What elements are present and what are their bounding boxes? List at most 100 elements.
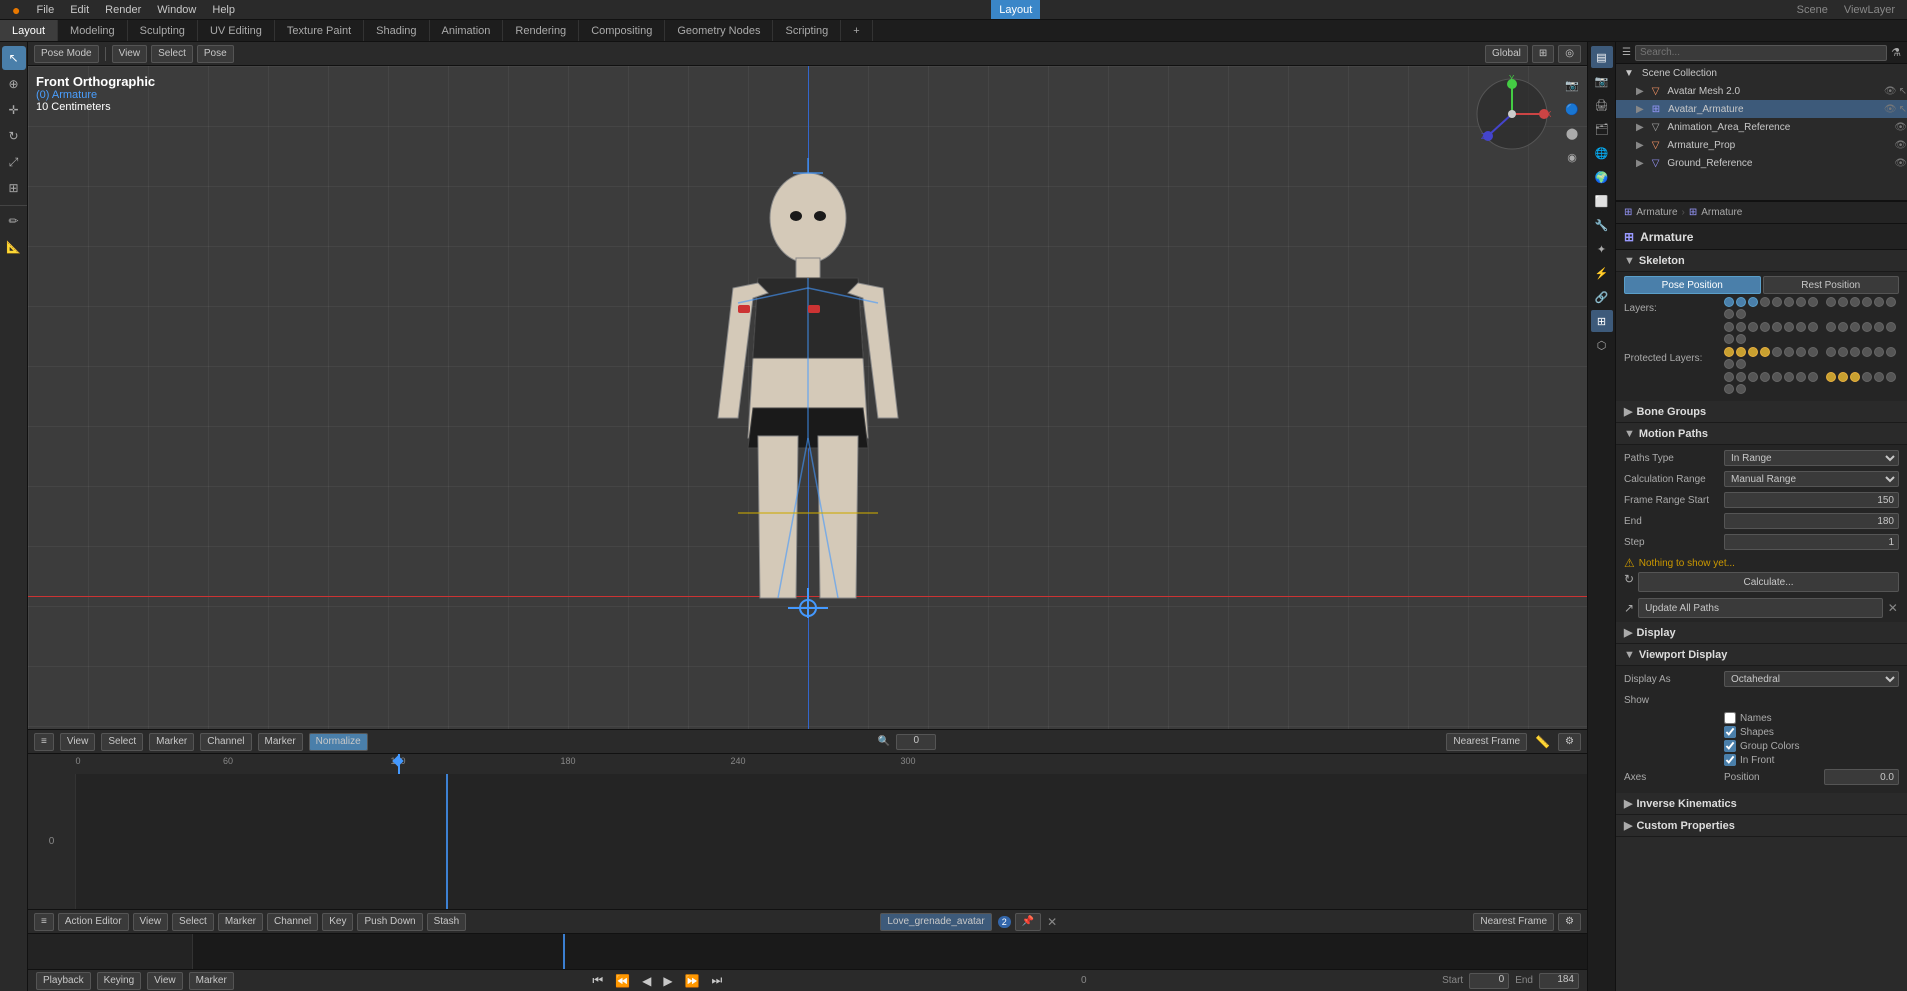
prot-dot-2[interactable]	[1748, 347, 1758, 357]
rpt-world-icon[interactable]: 🌍	[1591, 166, 1613, 188]
rpt-scene2-icon[interactable]: 🌐	[1591, 142, 1613, 164]
in-front-checkbox[interactable]	[1724, 754, 1736, 766]
layer-dot-r14[interactable]	[1724, 334, 1734, 344]
rpt-view-layer-icon[interactable]: 🗂	[1591, 118, 1613, 140]
ae-close-action-btn[interactable]: ✕	[1045, 915, 1059, 929]
ae-settings-btn[interactable]: ⚙	[1558, 913, 1581, 931]
workspace-layout[interactable]: Layout	[991, 0, 1040, 19]
marker-menu-btn[interactable]: Marker	[189, 972, 234, 990]
sidebar-annotate-tool[interactable]: ✏	[2, 209, 26, 233]
play-btn[interactable]: ▶	[660, 974, 675, 988]
outliner-item-avatar-armature[interactable]: ▶ ⊞ Avatar_Armature 👁 ↖	[1616, 100, 1907, 118]
timeline-marker-btn[interactable]: Marker	[149, 733, 194, 751]
prot-r15[interactable]	[1736, 384, 1746, 394]
prot-dot-9[interactable]	[1838, 347, 1848, 357]
timeline-type-icon[interactable]: ≡	[34, 733, 54, 751]
shapes-checkbox[interactable]	[1724, 726, 1736, 738]
keying-menu-btn[interactable]: Keying	[97, 972, 142, 990]
update-paths-close-btn[interactable]: ✕	[1887, 601, 1899, 615]
prot-r4[interactable]	[1772, 372, 1782, 382]
paths-type-select[interactable]: In Range	[1724, 450, 1899, 466]
blender-icon[interactable]: ●	[4, 0, 28, 19]
timeline-current-frame[interactable]: 0	[896, 734, 936, 750]
rpt-output-icon[interactable]: 🖨	[1591, 94, 1613, 116]
tab-compositing[interactable]: Compositing	[579, 20, 665, 41]
snap-btn[interactable]: ⊞	[1532, 45, 1554, 63]
select-icon[interactable]: ↖	[1899, 86, 1907, 97]
menu-file[interactable]: File	[28, 0, 62, 19]
tab-geometry-nodes[interactable]: Geometry Nodes	[665, 20, 773, 41]
render-view-btn[interactable]: 🔵	[1561, 98, 1583, 120]
prot-dot-13[interactable]	[1886, 347, 1896, 357]
timeline-select-btn[interactable]: Select	[101, 733, 143, 751]
navigation-gizmo[interactable]: X Y Z	[1472, 74, 1552, 154]
jump-end-btn[interactable]: ⏭	[709, 973, 726, 988]
layer-dot-12[interactable]	[1874, 297, 1884, 307]
sidebar-select-tool[interactable]: ↖	[2, 46, 26, 70]
sidebar-scale-tool[interactable]: ⤢	[2, 150, 26, 174]
prot-r7[interactable]	[1808, 372, 1818, 382]
ae-pin-btn[interactable]: 📌	[1015, 913, 1041, 931]
select-icon-2[interactable]: ↖	[1899, 104, 1907, 115]
prot-dot-11[interactable]	[1862, 347, 1872, 357]
sidebar-rotate-tool[interactable]: ↻	[2, 124, 26, 148]
timeline-channel-btn[interactable]: Channel	[200, 733, 251, 751]
tab-layout[interactable]: Layout	[0, 20, 58, 41]
layer-dot-9[interactable]	[1838, 297, 1848, 307]
rpt-render-icon[interactable]: 📷	[1591, 70, 1613, 92]
layer-dot-r10[interactable]	[1850, 322, 1860, 332]
rpt-bone-icon[interactable]: ⊞	[1591, 310, 1613, 332]
calc-range-select[interactable]: Manual Range	[1724, 471, 1899, 487]
prot-r12[interactable]	[1874, 372, 1884, 382]
layer-dot-1[interactable]	[1736, 297, 1746, 307]
sidebar-move-tool[interactable]: ✛	[2, 98, 26, 122]
layer-dot-r0[interactable]	[1724, 322, 1734, 332]
rpt-object-icon[interactable]: ⬜	[1591, 190, 1613, 212]
start-frame-input[interactable]: 0	[1469, 973, 1509, 989]
rpt-particles-icon[interactable]: ✦	[1591, 238, 1613, 260]
eye-icon-4[interactable]: 👁	[1894, 140, 1907, 151]
end-frame-input[interactable]: 184	[1539, 973, 1579, 989]
prot-r1[interactable]	[1736, 372, 1746, 382]
sidebar-cursor-tool[interactable]: ⊕	[2, 72, 26, 96]
material-view-btn[interactable]: ◉	[1561, 146, 1583, 168]
outliner-scene-collection[interactable]: ▼ Scene Collection	[1616, 64, 1907, 82]
layer-dot-14[interactable]	[1724, 309, 1734, 319]
prot-dot-4[interactable]	[1772, 347, 1782, 357]
ae-key-btn[interactable]: Key	[322, 913, 353, 931]
layer-dot-r11[interactable]	[1862, 322, 1872, 332]
timeline-key-btn[interactable]: Marker	[258, 733, 303, 751]
rpt-scene-icon[interactable]: ▤	[1591, 46, 1613, 68]
outliner-item-anim-ref[interactable]: ▶ ▽ Animation_Area_Reference 👁	[1616, 118, 1907, 136]
eye-icon-3[interactable]: 👁	[1894, 122, 1907, 133]
solid-view-btn[interactable]: ⬤	[1561, 122, 1583, 144]
viewport-pose-btn[interactable]: Pose	[197, 45, 234, 63]
viewport-view-btn[interactable]: View	[112, 45, 148, 63]
layer-dot-6[interactable]	[1796, 297, 1806, 307]
tab-uv-editing[interactable]: UV Editing	[198, 20, 275, 41]
timeline-normalize-btn[interactable]: Normalize	[309, 733, 368, 751]
global-transform-btn[interactable]: Global	[1485, 45, 1528, 63]
ae-view-btn[interactable]: View	[133, 913, 169, 931]
position-value[interactable]: 0.0	[1824, 769, 1899, 785]
skeleton-header[interactable]: ▼ Skeleton	[1616, 250, 1907, 272]
layer-dot-r13[interactable]	[1886, 322, 1896, 332]
prot-dot-3[interactable]	[1760, 347, 1770, 357]
timeline-content[interactable]: 0	[28, 774, 1587, 909]
menu-edit[interactable]: Edit	[62, 0, 97, 19]
pose-position-btn[interactable]: Pose Position	[1624, 276, 1761, 294]
prot-dot-12[interactable]	[1874, 347, 1884, 357]
layer-dot-11[interactable]	[1862, 297, 1872, 307]
prot-dot-7[interactable]	[1808, 347, 1818, 357]
timeline-view-btn[interactable]: View	[60, 733, 96, 751]
prot-r3[interactable]	[1760, 372, 1770, 382]
outliner-search-input[interactable]	[1635, 45, 1887, 61]
layer-dot-r9[interactable]	[1838, 322, 1848, 332]
display-header[interactable]: ▶ Display	[1616, 622, 1907, 644]
layer-dot-r1[interactable]	[1736, 322, 1746, 332]
view-menu-btn[interactable]: View	[147, 972, 183, 990]
prot-dot-15[interactable]	[1736, 359, 1746, 369]
viewport-3d[interactable]: Front Orthographic (0) Armature 10 Centi…	[28, 66, 1587, 729]
layer-dot-r4[interactable]	[1772, 322, 1782, 332]
layer-dot-10[interactable]	[1850, 297, 1860, 307]
